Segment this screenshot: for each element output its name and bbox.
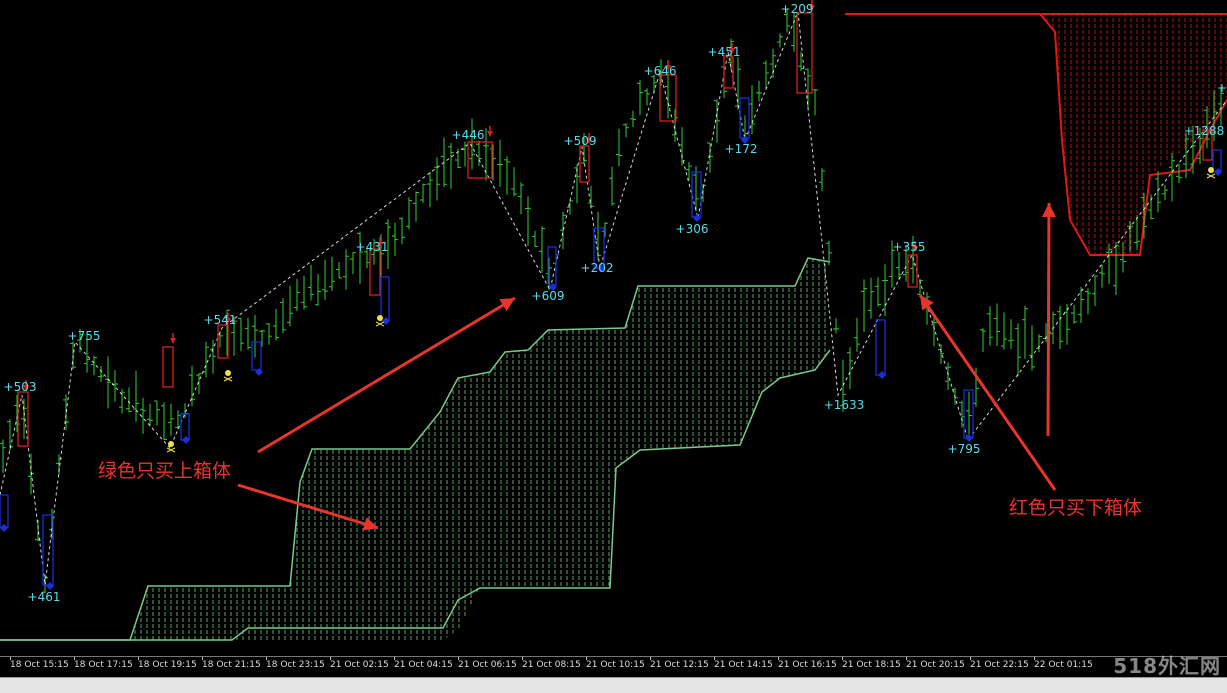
zigzag-value-label: +355 — [893, 240, 926, 254]
red-annotation-arrow-up — [1046, 202, 1051, 437]
buy-box — [251, 341, 262, 371]
zigzag-value-label: +446 — [452, 128, 485, 142]
sell-box — [162, 346, 174, 388]
red-annotation-arrow-up-head — [1041, 203, 1056, 217]
time-label: 21 Oct 02:15 — [330, 660, 389, 670]
zigzag-value-label: +646 — [644, 64, 677, 78]
buy-diamond-icon — [255, 368, 263, 376]
skull-bones — [166, 447, 176, 453]
time-label: 21 Oct 08:15 — [522, 660, 581, 670]
skull-icon — [225, 370, 231, 376]
buy-diamond-icon — [965, 434, 973, 442]
zigzag-value-label: + — [1217, 81, 1227, 95]
time-label: 21 Oct 12:15 — [650, 660, 709, 670]
time-label: 21 Oct 16:15 — [778, 660, 837, 670]
time-label: 21 Oct 14:15 — [714, 660, 773, 670]
time-label: 21 Oct 22:15 — [970, 660, 1029, 670]
skull-icon — [1208, 167, 1214, 173]
buy-box — [875, 319, 886, 376]
zigzag-value-label: +209 — [781, 2, 814, 16]
buy-box — [0, 494, 9, 528]
buy-diamond-icon — [0, 524, 8, 532]
zigzag-value-label: +306 — [676, 222, 709, 236]
time-label: 18 Oct 23:15 — [266, 660, 325, 670]
skull-bones — [223, 376, 233, 382]
time-label: 18 Oct 17:15 — [74, 660, 133, 670]
cloud-group — [0, 13, 1227, 641]
watermark-logo: 518外汇网 — [1113, 654, 1221, 678]
skull-bones — [1206, 173, 1216, 179]
status-bar — [0, 677, 1227, 693]
time-label: 22 Oct 01:15 — [1034, 660, 1093, 670]
time-label: 21 Oct 18:15 — [842, 660, 901, 670]
time-axis: 18 Oct 15:15 18 Oct 17:15 18 Oct 19:15 18 O… — [0, 656, 1227, 677]
buy-diamond-icon — [693, 214, 701, 222]
zigzag-value-label: +1633 — [824, 398, 865, 412]
zigzag-value-label: +503 — [4, 380, 37, 394]
sell-box — [369, 248, 381, 296]
time-label: 18 Oct 21:15 — [202, 660, 261, 670]
zigzag-value-label: +202 — [581, 261, 614, 275]
buy-box — [380, 276, 390, 322]
time-label: 21 Oct 10:15 — [586, 660, 645, 670]
price-chart[interactable]: +503 +461 +755 +541 +431 +446 +609 +509 +202 +646… — [0, 0, 1227, 656]
green-cloud-fill — [0, 258, 830, 640]
zigzag-value-label: +509 — [564, 134, 597, 148]
time-label: 18 Oct 19:15 — [138, 660, 197, 670]
buy-box — [1212, 149, 1222, 173]
time-label: 18 Oct 15:15 — [10, 660, 69, 670]
skull-bones — [375, 321, 385, 327]
red-box-annotation: 红色只买下箱体 — [1009, 497, 1142, 519]
zigzag-value-label: +172 — [725, 142, 758, 156]
time-label: 21 Oct 20:15 — [906, 660, 965, 670]
skull-icon — [377, 315, 383, 321]
zigzag-value-label: +1288 — [1184, 124, 1225, 138]
zigzag-value-label: +755 — [68, 329, 101, 343]
green-box-annotation: 绿色只买上箱体 — [98, 460, 231, 482]
zigzag-value-label: +461 — [28, 590, 61, 604]
zigzag-value-label: +431 — [356, 240, 389, 254]
time-label: 21 Oct 06:15 — [458, 660, 517, 670]
zigzag-value-label: +451 — [708, 45, 741, 59]
skull-icon — [168, 441, 174, 447]
red-annotation-arrow-diag — [918, 294, 1057, 491]
zigzag-value-label: +609 — [532, 289, 565, 303]
chart-area[interactable]: +503 +461 +755 +541 +431 +446 +609 +509 +202 +646… — [0, 0, 1227, 656]
zigzag-value-label: +541 — [204, 313, 237, 327]
zigzag-value-label: +795 — [948, 442, 981, 456]
time-label: 21 Oct 04:15 — [394, 660, 453, 670]
